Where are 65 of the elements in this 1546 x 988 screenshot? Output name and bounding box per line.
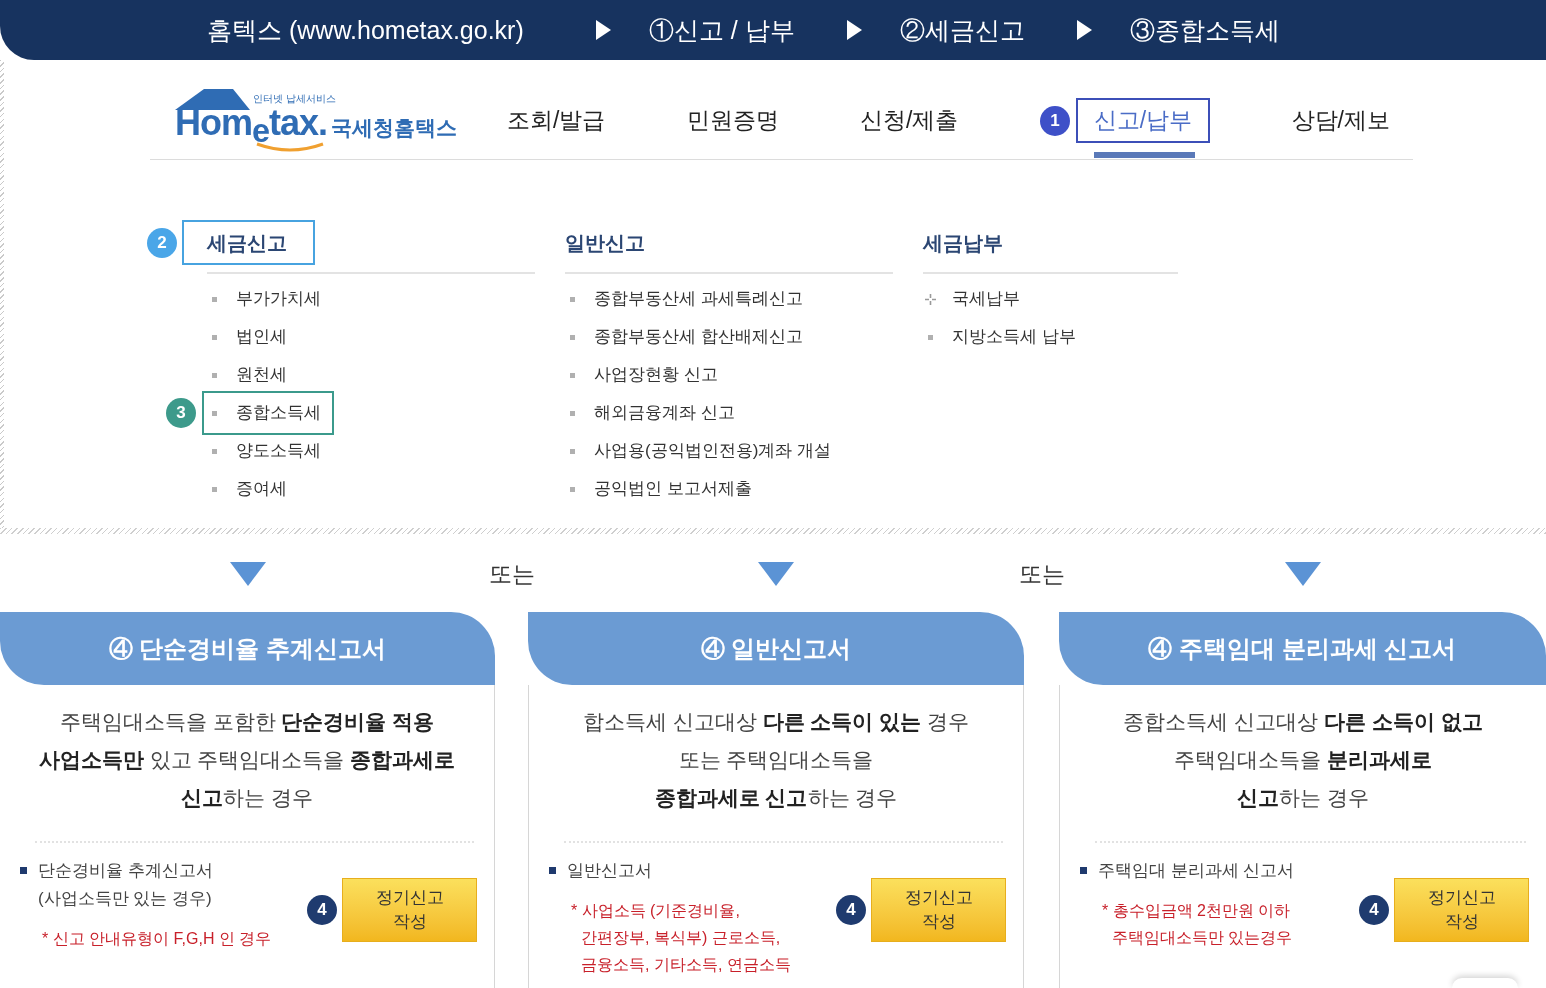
breadcrumb-text: ②세금신고 xyxy=(899,17,1025,43)
plus-icon xyxy=(925,293,936,305)
square-bullet-icon xyxy=(570,334,575,340)
regular-filing-button[interactable]: 정기신고 작성 xyxy=(342,878,477,942)
menu-category[interactable]: 일반신고 xyxy=(540,220,673,265)
triangle-right-icon xyxy=(846,20,862,40)
description-text: 종합소득세 신고대상 다른 소득이 없고 주택임대소득을 분리과세로 신고하는 경우 xyxy=(1122,709,1484,811)
triangle-down-icon xyxy=(1284,562,1321,586)
note-text: * 총수입금액 2천만원 이하 주택임대소득만 있는경우 xyxy=(1102,901,1294,948)
regular-filing-button[interactable]: 정기신고 작성 xyxy=(871,878,1006,942)
triangle-down-icon xyxy=(229,562,266,586)
menu-item[interactable]: 종합소득세 xyxy=(202,391,334,435)
breadcrumb-text: 홈텍스 (www.hometax.go.kr) xyxy=(207,17,524,43)
square-bullet-icon xyxy=(570,410,575,416)
breadcrumb-text: ①신고 / 납부 xyxy=(648,17,795,43)
or-label: 또는 xyxy=(488,559,535,589)
form-name: 일반신고서 xyxy=(567,860,652,882)
square-bullet-icon xyxy=(549,867,556,874)
logo-tagline: 인터넷 납세서비스 xyxy=(253,93,336,104)
form-name: 단순경비율 추계신고서 (사업소득만 있는 경우) xyxy=(38,860,213,910)
description-text: 합소득세 신고대상 다른 소득이 있는 경우 또는 주택임대소득을 종합과세로 신고하는 경우 xyxy=(581,709,971,811)
square-bullet-icon xyxy=(570,486,575,492)
step-badge: 4 xyxy=(836,895,866,925)
step-badge: 3 xyxy=(166,398,196,428)
nav-tab[interactable]: 상담/제보 xyxy=(1291,98,1390,143)
triangle-right-icon xyxy=(595,20,611,40)
square-bullet-icon xyxy=(212,486,217,492)
form-name: 주택임대 분리과세 신고서 xyxy=(1098,860,1295,882)
step-badge: 2 xyxy=(147,228,177,258)
square-bullet-icon xyxy=(212,448,217,454)
triangle-right-icon xyxy=(1076,20,1092,40)
square-bullet-icon xyxy=(1080,867,1087,874)
card-title: ④ 일반신고서 xyxy=(700,633,852,664)
floating-round-button[interactable] xyxy=(1452,978,1518,988)
square-bullet-icon xyxy=(570,372,575,378)
note-text: * 사업소득 (기준경비율, 간편장부, 복식부) 근로소득, 금융소득, 기타소득, 연금소득 xyxy=(571,901,792,975)
breadcrumb-text: ③종합소득세 xyxy=(1129,17,1280,43)
description-text: 주택임대소득을 포함한 단순경비율 적용 사업소득만 있고 주택임대소득을 종합과세로 신고하는 경우 xyxy=(37,709,457,811)
regular-filing-button[interactable]: 정기신고 작성 xyxy=(1394,878,1529,942)
square-bullet-icon xyxy=(212,410,217,416)
house-roof-icon xyxy=(175,88,250,110)
smile-curve-icon xyxy=(255,141,325,152)
menu-category[interactable]: 세금신고 xyxy=(182,220,315,265)
square-bullet-icon xyxy=(570,448,575,454)
note-text: * 신고 안내유형이 F,G,H 인 경우 xyxy=(42,929,273,949)
square-bullet-icon xyxy=(20,867,27,874)
step-badge: 1 xyxy=(1039,105,1070,136)
logo-wordmark: Hom$_{e}$tax. xyxy=(175,104,328,141)
nav-tab[interactable]: 조회/발급 xyxy=(507,98,606,143)
step-badge: 4 xyxy=(307,895,337,925)
step-badge: 4 xyxy=(1359,895,1389,925)
square-bullet-icon xyxy=(212,296,217,302)
menu-category[interactable]: 세금납부 xyxy=(898,220,1031,265)
or-label: 또는 xyxy=(1018,559,1065,589)
nav-tab[interactable]: 민원증명 xyxy=(686,98,779,143)
square-bullet-icon xyxy=(928,334,933,340)
card-title: ④ 주택임대 분리과세 신고서 xyxy=(1148,633,1457,664)
nav-tab[interactable]: 신고/납부 xyxy=(1075,98,1211,143)
square-bullet-icon xyxy=(212,372,217,378)
triangle-down-icon xyxy=(758,562,794,586)
logo-name: 국세청홈택스 xyxy=(331,116,458,138)
square-bullet-icon xyxy=(570,296,575,302)
square-bullet-icon xyxy=(212,334,217,340)
nav-tab[interactable]: 신청/제출 xyxy=(860,98,959,143)
card-title: ④ 단순경비율 추계신고서 xyxy=(108,633,387,664)
